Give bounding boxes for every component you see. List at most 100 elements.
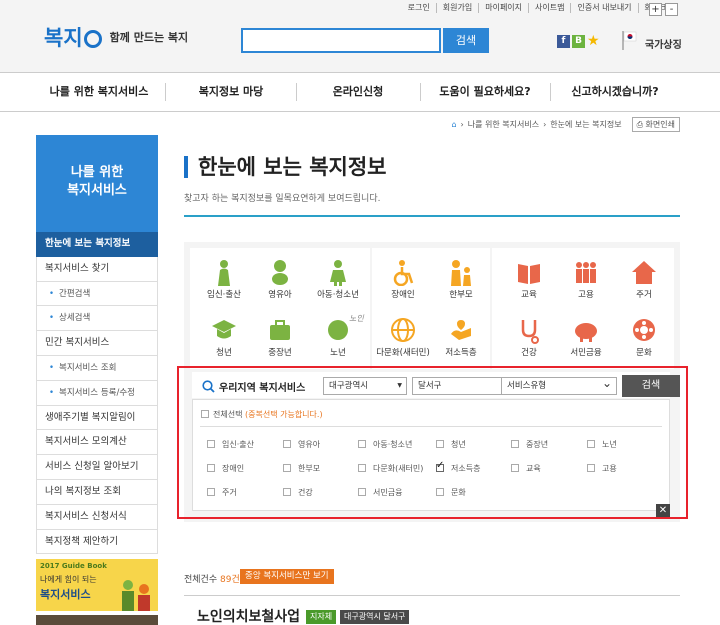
service-label: 다문화(새터민): [376, 348, 430, 358]
guide-book-banner[interactable]: 2017 Guide Book 나에게 힘이 되는 복지서비스: [36, 559, 158, 611]
service-category-8[interactable]: 다문화(새터민): [373, 316, 433, 358]
breadcrumb-item[interactable]: 나를 위한 복지서비스: [468, 119, 539, 130]
nav-welfare-service[interactable]: 나를 위한 복지서비스: [36, 73, 162, 111]
globe-icon: [391, 318, 415, 342]
wheelchair-icon: [393, 260, 414, 286]
total-count: 전체건수 89건: [184, 575, 240, 585]
nav-need-help[interactable]: 도움이 필요하세요?: [422, 73, 548, 111]
breadcrumb-current: 한눈에 보는 복지정보: [550, 120, 622, 129]
service-label: 장애인: [391, 290, 415, 300]
util-link[interactable]: 마이페이지: [478, 3, 528, 13]
service-category-12[interactable]: 주거: [614, 258, 674, 300]
stethoscope-icon: [521, 320, 539, 344]
book-icon: [518, 264, 540, 284]
service-label: 중장년: [268, 348, 292, 358]
sidebar-item[interactable]: 간편검색: [36, 281, 158, 307]
utility-links: 로그인회원가입마이페이지사이트맵인증서 내보내기화면크기: [402, 3, 680, 13]
service-category-10[interactable]: 교육: [499, 258, 559, 300]
sidebar-item[interactable]: 복지서비스 찾기: [36, 256, 158, 282]
service-label: 영유아: [268, 290, 292, 300]
service-category-11[interactable]: 고용: [556, 258, 616, 300]
util-link[interactable]: 회원가입: [435, 3, 478, 13]
service-category-4[interactable]: 중장년: [250, 316, 310, 358]
sidebar-item[interactable]: 상세검색: [36, 306, 158, 332]
service-category-9[interactable]: 저소득층: [431, 316, 491, 358]
sidebar-item[interactable]: 한눈에 보는 복지정보: [36, 232, 158, 257]
sidebar-item[interactable]: 나의 복지정보 조회: [36, 479, 158, 505]
util-link[interactable]: 사이트맵: [528, 3, 570, 13]
page-description: 찾고자 하는 복지정보를 일목요연하게 보여드립니다.: [184, 194, 381, 204]
nav-report[interactable]: 신고하시겠습니까?: [552, 73, 678, 111]
service-label: 서민금융: [570, 348, 602, 358]
sns-links: f B ★: [557, 34, 600, 48]
flag-icon: [622, 31, 637, 50]
service-label: 저소득층: [445, 348, 477, 358]
util-link[interactable]: 인증서 내보내기: [570, 3, 637, 13]
service-label: 한부모: [449, 290, 473, 300]
service-label: 건강: [521, 348, 537, 358]
service-category-2[interactable]: 아동·청소년: [308, 258, 368, 300]
people-illustration-icon: [122, 580, 150, 611]
blog-icon[interactable]: B: [572, 35, 585, 48]
piggy-bank-icon: [575, 323, 597, 342]
service-category-3[interactable]: 청년: [194, 316, 254, 358]
banner-2[interactable]: [36, 615, 158, 625]
central-only-button[interactable]: 중앙 복지서비스만 보기: [240, 569, 334, 584]
service-label: 주거: [636, 290, 652, 300]
service-category-15[interactable]: 문화: [614, 316, 674, 358]
service-category-1[interactable]: 영유아: [250, 258, 310, 300]
service-label: 아동·청소년: [317, 290, 359, 300]
national-symbol-link[interactable]: 국가상징: [645, 36, 682, 51]
tag-region: 대구광역시 달서구: [340, 610, 410, 624]
facebook-icon[interactable]: f: [557, 35, 570, 48]
util-link[interactable]: 로그인: [402, 3, 436, 13]
zoom-in-button[interactable]: +: [649, 3, 662, 16]
logo-slogan: 함께 만드는 복지: [109, 31, 189, 44]
service-category-7[interactable]: 한부모: [431, 258, 491, 300]
infant-icon: [272, 260, 288, 285]
logo[interactable]: 복지 함께 만드는 복지: [44, 22, 188, 52]
briefcase-icon: [270, 320, 290, 340]
nav-online-apply[interactable]: 온라인신청: [298, 73, 418, 111]
logo-circle-icon: [83, 30, 102, 48]
film-reel-icon: [633, 319, 655, 341]
divider: [184, 215, 680, 217]
service-label: 고용: [578, 290, 594, 300]
print-icon: ⎙: [636, 120, 646, 129]
service-category-6[interactable]: 장애인: [373, 258, 433, 300]
service-label: 문화: [636, 348, 652, 358]
search-input[interactable]: [241, 28, 441, 53]
heart-hand-icon: [451, 320, 471, 340]
house-icon: [632, 261, 656, 284]
sidebar-item[interactable]: 복지서비스 등록/수정: [36, 380, 158, 406]
print-button[interactable]: ⎙ 화면인쇄: [631, 117, 680, 132]
nav-welfare-info[interactable]: 복지정보 마당: [168, 73, 294, 111]
sidebar-item[interactable]: 생애주기별 복지알림이: [36, 405, 158, 431]
service-label: 임신·출산: [207, 290, 241, 300]
service-label: 교육: [521, 290, 537, 300]
sidebar-item[interactable]: 복지서비스 조회: [36, 355, 158, 381]
service-category-13[interactable]: 건강: [499, 316, 559, 358]
family-icon: [451, 260, 471, 286]
star-icon[interactable]: ★: [587, 34, 600, 48]
divider: [184, 595, 680, 596]
sidebar-item[interactable]: 복지서비스 모의계산: [36, 430, 158, 456]
graduation-cap-icon: [212, 320, 236, 339]
service-label: 청년: [216, 348, 232, 358]
breadcrumb: ⌂ › 나를 위한 복지서비스 › 한눈에 보는 복지정보 ⎙ 화면인쇄: [451, 117, 680, 132]
sidebar-header: 나를 위한 복지서비스: [36, 135, 158, 232]
sidebar-item[interactable]: 서비스 신청일 알아보기: [36, 455, 158, 480]
service-item-title[interactable]: 노인의치보철사업: [197, 606, 300, 625]
home-icon[interactable]: ⌂: [451, 120, 456, 129]
service-category-14[interactable]: 서민금융: [556, 316, 616, 358]
sidebar-item[interactable]: 민간 복지서비스: [36, 331, 158, 356]
service-category-0[interactable]: 임신·출산: [194, 258, 254, 300]
elderly-icon: [328, 320, 348, 340]
tag-local-gov: 지자체: [306, 610, 337, 624]
sidebar-item[interactable]: 복지정책 제안하기: [36, 529, 158, 555]
service-label: 노년: [330, 348, 346, 358]
search-button[interactable]: 검색: [443, 28, 489, 53]
sidebar-item[interactable]: 복지서비스 신청서식: [36, 504, 158, 530]
logo-mark: 복지: [44, 26, 83, 50]
zoom-out-button[interactable]: -: [665, 3, 678, 16]
